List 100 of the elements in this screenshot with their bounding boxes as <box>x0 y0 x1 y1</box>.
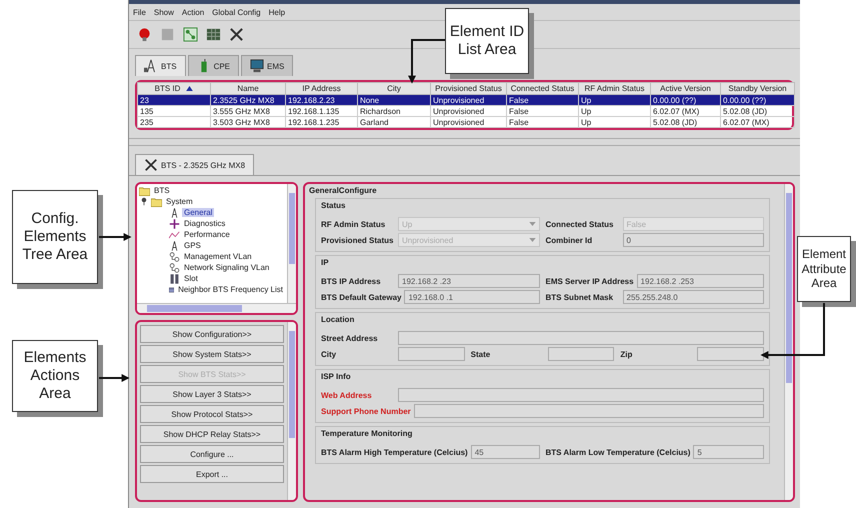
table-cell: 6.02.07 (MX) <box>720 116 794 128</box>
tree-item[interactable]: Neighbor BTS Frequency List <box>176 285 285 294</box>
tree-item[interactable]: Diagnostics <box>182 219 228 228</box>
grid-icon[interactable] <box>206 27 221 42</box>
element-tab[interactable]: BTS - 2.3525 GHz MX8 <box>135 154 254 175</box>
field-label: EMS Server IP Address <box>546 276 634 286</box>
scrollbar[interactable] <box>287 184 296 303</box>
input-field[interactable]: 192.168.2 .253 <box>636 274 764 288</box>
table-cell: Unprovisioned <box>430 116 506 128</box>
tab[interactable]: BTS <box>135 55 186 76</box>
input-field[interactable] <box>697 347 764 361</box>
field-label: BTS Alarm High Temperature (Celcius) <box>321 448 468 456</box>
menu-item[interactable]: File <box>133 8 146 16</box>
slot-icon <box>169 274 180 284</box>
column-header[interactable]: Active Version <box>650 82 720 94</box>
tree-item[interactable]: Management VLan <box>182 252 254 261</box>
column-header[interactable]: Standby Version <box>720 82 794 94</box>
field-label: State <box>470 350 492 358</box>
input-field[interactable] <box>414 404 764 418</box>
table-cell: 235 <box>138 116 210 128</box>
action-button[interactable]: Show Layer 3 Stats>> <box>140 385 284 403</box>
input-field[interactable]: 192.168.0 .1 <box>404 290 540 304</box>
field-label: BTS Subnet Mask <box>546 292 614 302</box>
tab[interactable]: CPE <box>188 55 240 76</box>
tree-item[interactable]: BTS <box>152 186 172 195</box>
action-button[interactable]: Show System Stats>> <box>140 345 284 363</box>
section-title: Status <box>321 201 346 210</box>
callout-arrow <box>99 233 132 241</box>
scrollbar[interactable] <box>784 184 793 500</box>
table-cell: None <box>358 94 430 106</box>
panel-title: GeneralConfigure <box>309 186 378 195</box>
network-icon[interactable] <box>183 27 198 42</box>
field-label: Provisioned Status <box>321 236 394 244</box>
field-label: Zip <box>620 350 634 358</box>
monitor-icon <box>250 59 264 73</box>
input-field[interactable]: 5 <box>693 445 764 459</box>
table-cell: 135 <box>138 106 210 116</box>
expand-handle-icon[interactable] <box>141 197 147 206</box>
table-cell: 23 <box>138 94 210 106</box>
table-cell: 0.00.00 (??) <box>650 94 720 106</box>
section-title: IP <box>321 258 330 267</box>
scrollbar[interactable] <box>137 303 296 313</box>
field-label: Connected Status <box>546 220 615 228</box>
tree-item[interactable]: GPS <box>182 241 203 250</box>
folder-icon <box>139 186 150 196</box>
square-icon[interactable] <box>160 27 175 42</box>
table-cell: Unprovisioned <box>430 94 506 106</box>
chart-icon <box>169 230 180 240</box>
splitter-bar[interactable] <box>129 138 800 146</box>
column-header[interactable]: Name <box>210 82 286 94</box>
field-label: BTS Default Gateway <box>321 292 402 302</box>
scrollbar[interactable] <box>287 322 296 500</box>
input-field[interactable]: 192.168.2 .23 <box>398 274 540 288</box>
callout-arrow <box>99 374 130 382</box>
menu-item[interactable]: Help <box>268 8 286 16</box>
menu-item[interactable]: Action <box>182 8 204 16</box>
column-header[interactable]: City <box>358 82 430 94</box>
field-label: Combiner Id <box>546 236 594 244</box>
input-field[interactable] <box>398 388 764 402</box>
tree-item[interactable]: Slot <box>182 274 200 283</box>
tree-item[interactable]: Performance <box>182 230 232 239</box>
pin-icon[interactable] <box>137 27 152 42</box>
input-field[interactable] <box>398 347 465 361</box>
table-cell: False <box>506 94 578 106</box>
column-header[interactable]: Connected Status <box>506 82 578 94</box>
input-field[interactable] <box>548 347 614 361</box>
input-field[interactable] <box>398 331 764 345</box>
table-cell: Garland <box>358 116 430 128</box>
table-cell: False <box>506 116 578 128</box>
action-button[interactable]: Export ... <box>140 465 284 483</box>
action-button[interactable]: Show Configuration>> <box>140 325 284 343</box>
menu-item[interactable]: Show <box>154 8 174 16</box>
caret-icon <box>528 222 536 226</box>
menu-item[interactable]: Global Config <box>212 8 261 16</box>
tab[interactable]: EMS <box>241 55 294 76</box>
folder-icon <box>151 196 162 206</box>
input-field[interactable]: 255.255.248.0 <box>622 290 764 304</box>
tools-icon[interactable] <box>229 27 244 42</box>
column-header[interactable]: RF Admin Status <box>578 82 650 94</box>
table-cell: Unprovisioned <box>430 106 506 116</box>
action-button[interactable]: Show Protocol Stats>> <box>140 405 284 423</box>
column-header[interactable]: BTS ID <box>138 82 210 94</box>
input-field[interactable]: 0 <box>622 233 764 247</box>
table-cell: 5.02.08 (JD) <box>650 116 720 128</box>
tree-item[interactable]: General <box>182 208 214 217</box>
tree-item[interactable]: System <box>164 197 195 206</box>
column-header[interactable]: Provisioned Status <box>430 82 506 94</box>
column-header[interactable]: IP Address <box>286 82 358 94</box>
table-cell: 2.3525 GHz MX8 <box>210 94 286 106</box>
table-cell: 192.168.1.235 <box>286 116 358 128</box>
tree-item[interactable]: Network Signaling VLan <box>182 263 272 272</box>
table-cell: False <box>506 106 578 116</box>
input-field[interactable]: 45 <box>470 445 540 459</box>
field-label: Support Phone Number <box>321 406 411 416</box>
field-label: BTS Alarm Low Temperature (Celcius) <box>546 448 690 456</box>
action-button[interactable]: Configure ... <box>140 445 284 463</box>
table-cell: Up <box>578 94 650 106</box>
action-button[interactable]: Show DHCP Relay Stats>> <box>140 425 284 443</box>
network-icon <box>169 262 180 272</box>
tower-icon <box>144 59 158 73</box>
